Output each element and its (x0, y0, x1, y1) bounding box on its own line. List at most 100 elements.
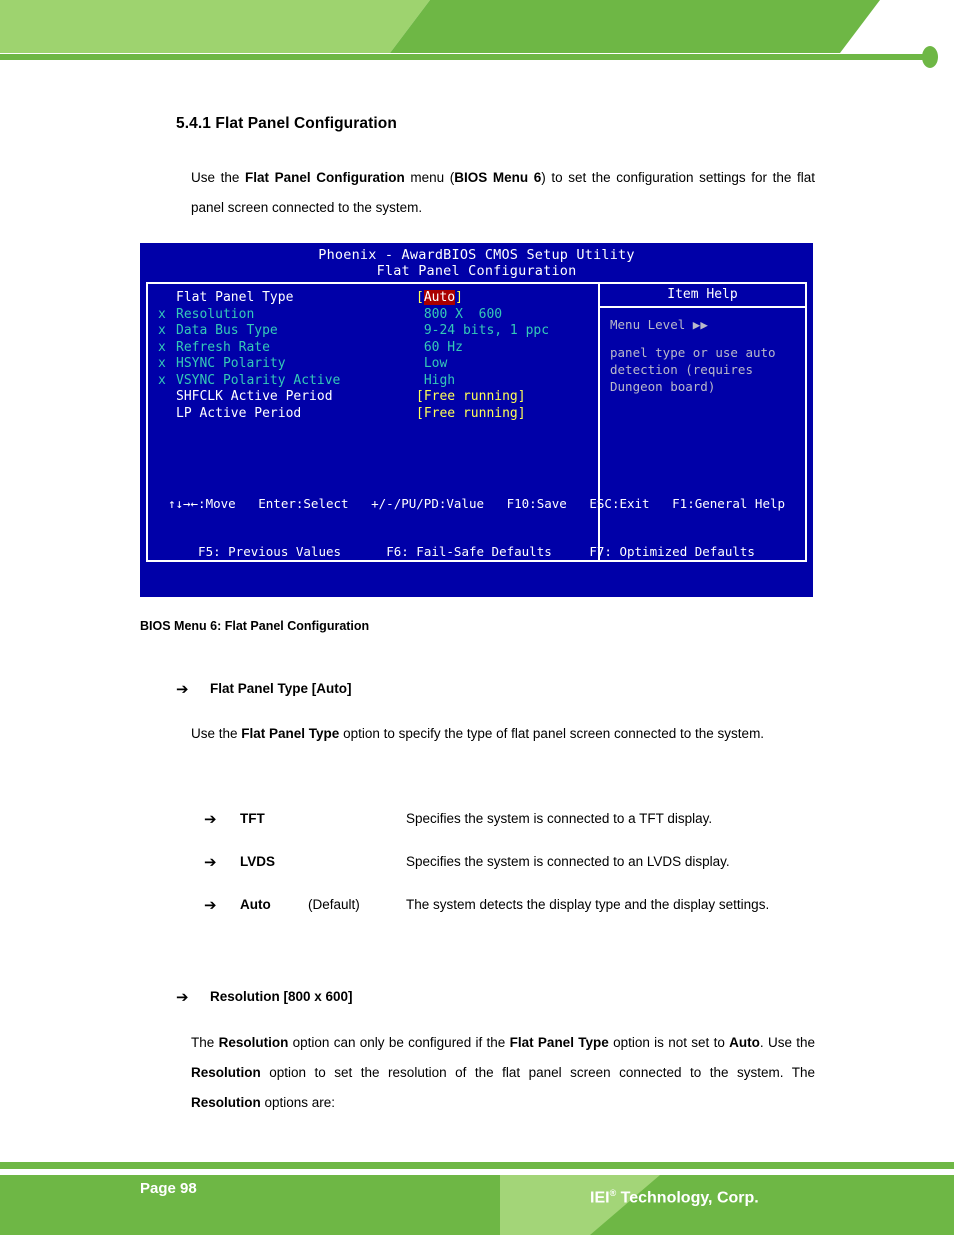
intro-text-c: menu ( (404, 170, 455, 185)
bios-value-bracket-open: [ (416, 389, 424, 404)
bios-row-value[interactable]: 800 X 600 (416, 307, 598, 324)
fpt-desc-a: Use the (191, 726, 242, 741)
bios-row-disabled-marker: x (158, 323, 166, 338)
bios-title: Phoenix - AwardBIOS CMOS Setup Utility F… (140, 243, 813, 279)
bios-row-label: HSYNC Polarity (176, 356, 286, 371)
sub-option-name: LVDS (240, 854, 276, 869)
arrow-right-icon: ➔ (204, 896, 217, 914)
option-heading-resolution: ➔ Resolution [800 x 600] (176, 987, 353, 1007)
bios-value-bracket-open: [ (416, 290, 424, 305)
item-help-spacer (610, 333, 805, 344)
bios-row-label: Data Bus Type (176, 323, 278, 338)
bios-menu-row[interactable]: Flat Panel Type [Auto] (148, 290, 598, 307)
bios-value-bracket-open: [ (416, 405, 424, 421)
bios-key-legend-line1: ↑↓→←:Move Enter:Select +/-/PU/PD:Value F… (167, 496, 786, 511)
bios-row-disabled-marker (148, 290, 176, 307)
option-heading-label: Resolution [800 x 600] (210, 989, 353, 1004)
bios-row-disabled-marker: x (158, 306, 166, 322)
bios-menu-row[interactable]: x HSYNC Polarity Low (148, 356, 598, 373)
arrow-right-icon: ➔ (204, 853, 217, 871)
sub-option-tft: ➔ TFT Specifies the system is connected … (204, 805, 782, 833)
menu-level-label: Menu Level (610, 317, 686, 332)
menu-level-row: Menu Level ▶▶ (610, 316, 805, 333)
bios-menu-row[interactable]: x Data Bus Type 9-24 bits, 1 ppc (148, 323, 598, 340)
option-heading-label: Flat Panel Type [Auto] (210, 681, 352, 696)
arrow-right-icon: ➔ (176, 680, 189, 698)
bios-menu-row[interactable]: x Resolution 800 X 600 (148, 307, 598, 324)
header-dark-shape (390, 0, 880, 53)
res-desc-f: Auto (729, 1035, 760, 1050)
bios-row-value[interactable]: 9-24 bits, 1 ppc (416, 323, 598, 340)
bios-key-legend-line2: F5: Previous Values F6: Fail-Safe Defaul… (198, 544, 755, 559)
bios-menu-row[interactable]: LP Active Period [Free running] (148, 406, 598, 423)
bios-row-label: Resolution (176, 306, 255, 322)
bios-row-label: Refresh Rate (176, 339, 270, 355)
bios-menu-row[interactable]: x VSYNC Polarity Active High (148, 373, 598, 390)
res-desc-h: Resolution (191, 1065, 261, 1080)
sub-option-description: Specifies the system is connected to a T… (406, 811, 713, 826)
bios-menu-row[interactable]: x Refresh Rate 60 Hz (148, 340, 598, 357)
bios-value-bracket-close: ] (455, 290, 463, 305)
bios-row-disabled-marker: x (158, 356, 166, 371)
item-help-body: Menu Level ▶▶ panel type or use auto det… (600, 308, 805, 395)
figure-caption: BIOS Menu 6: Flat Panel Configuration (140, 619, 370, 633)
bios-row-value[interactable]: High (416, 373, 598, 390)
res-desc-e: option is not set to (608, 1035, 730, 1050)
bios-row-label: LP Active Period (176, 405, 302, 421)
bios-row-value[interactable]: 60 Hz (416, 340, 598, 357)
res-desc-j: Resolution (191, 1095, 261, 1110)
footer-page-number: Page 98 (140, 1180, 197, 1197)
menu-level-arrows-icon: ▶▶ (692, 317, 708, 332)
res-desc-c: option can only be configured if the (288, 1035, 510, 1050)
fpt-desc-c: option to specify the type of flat panel… (339, 726, 765, 741)
bios-title-line1: Phoenix - AwardBIOS CMOS Setup Utility (318, 247, 635, 263)
bios-row-value[interactable]: Low (416, 356, 598, 373)
bios-row-value[interactable]: [Auto] (416, 290, 598, 307)
bios-row-disabled-marker: x (158, 339, 166, 355)
footer-company-name: IEI® Technology, Corp. (590, 1188, 759, 1207)
res-desc-k: options are: (260, 1095, 336, 1110)
flat-panel-type-description: Use the Flat Panel Type option to specif… (191, 719, 815, 749)
bios-row-disabled-marker: x (158, 372, 166, 388)
bios-value-selected: Auto (423, 290, 456, 305)
intro-text-d: BIOS Menu 6 (454, 170, 542, 185)
bios-row-disabled-marker (148, 389, 176, 406)
header-dot-icon (922, 46, 938, 68)
bios-title-line2: Flat Panel Configuration (376, 263, 577, 279)
bios-value-text: Free running (423, 389, 518, 404)
bios-row-value[interactable]: [Free running] (416, 389, 598, 406)
sub-option-name: Auto (240, 897, 271, 912)
header-light-shape (0, 0, 430, 53)
res-desc-a: The (191, 1035, 219, 1050)
intro-paragraph: Use the Flat Panel Configuration menu (B… (191, 163, 815, 223)
bios-value-text: High (416, 372, 456, 388)
res-desc-g: . Use the (759, 1035, 816, 1050)
resolution-description: The Resolution option can only be config… (191, 1028, 815, 1118)
header-rule (0, 54, 930, 60)
bios-menu-row[interactable]: SHFCLK Active Period [Free running] (148, 389, 598, 406)
bios-value-bracket-close: ] (517, 389, 526, 404)
arrow-right-icon: ➔ (204, 810, 217, 828)
bios-value-text: 800 X 600 (416, 306, 503, 322)
res-desc-i: option to set the resolution of the flat… (260, 1065, 815, 1080)
res-desc-b: Resolution (218, 1035, 289, 1050)
bios-key-legend: ↑↓→←:Move Enter:Select +/-/PU/PD:Value F… (140, 464, 813, 592)
intro-text-b: Flat Panel Configuration (245, 170, 405, 185)
sub-option-lvds: ➔ LVDS Specifies the system is connected… (204, 848, 782, 876)
fpt-desc-b: Flat Panel Type (241, 726, 340, 741)
bios-value-text: Low (416, 356, 448, 371)
footer-thin-bar (0, 1162, 954, 1169)
bios-row-label: Flat Panel Type (176, 290, 294, 305)
company-name-text: IEI (590, 1189, 610, 1207)
company-suffix-text: Technology, Corp. (616, 1189, 759, 1207)
bios-row-value[interactable]: [Free running] (416, 406, 598, 423)
intro-text-a: Use the (191, 170, 245, 185)
item-help-line3: Dungeon board) (610, 379, 716, 394)
sub-option-description: The system detects the display type and … (406, 897, 770, 912)
sub-option-description: Specifies the system is connected to an … (406, 854, 730, 869)
bios-value-text: 60 Hz (416, 339, 463, 355)
bios-screenshot: Phoenix - AwardBIOS CMOS Setup Utility F… (140, 243, 813, 597)
res-desc-d: Flat Panel Type (509, 1035, 609, 1050)
item-help-line2: detection (requires (610, 362, 753, 377)
bios-value-bracket-close: ] (517, 405, 526, 421)
